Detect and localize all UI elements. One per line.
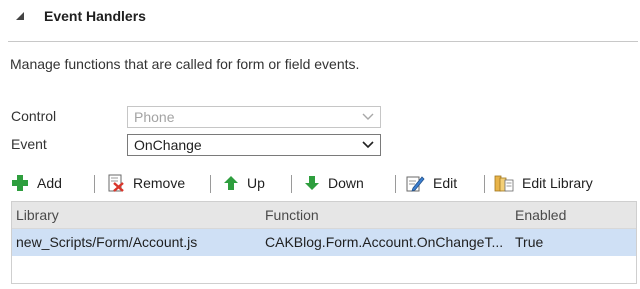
enabled-cell: True — [515, 234, 544, 250]
toolbar-separator — [484, 175, 485, 193]
control-select[interactable]: Phone — [127, 106, 381, 128]
edit-button-label: Edit — [433, 175, 458, 191]
remove-document-icon — [108, 174, 124, 192]
section-divider — [8, 41, 638, 42]
control-select-value: Phone — [134, 109, 175, 125]
function-cell: CAKBlog.Form.Account.OnChangeT... — [265, 234, 504, 250]
column-header-library[interactable]: Library — [16, 207, 59, 223]
collapse-triangle-icon[interactable] — [15, 11, 25, 21]
edit-pencil-icon — [406, 176, 425, 192]
table-row[interactable]: new_Scripts/Form/Account.js CAKBlog.Form… — [12, 229, 636, 256]
arrow-up-icon — [224, 176, 238, 190]
section-title: Event Handlers — [44, 8, 146, 24]
toolbar-separator — [291, 175, 292, 193]
add-button[interactable]: Add — [11, 170, 62, 196]
down-button[interactable]: Down — [304, 170, 364, 196]
arrow-down-icon — [305, 176, 319, 190]
toolbar-separator — [210, 175, 211, 193]
toolbar-separator — [94, 175, 95, 193]
remove-button[interactable]: Remove — [107, 170, 185, 196]
chevron-down-icon — [362, 113, 374, 120]
edit-library-button[interactable]: Edit Library — [494, 170, 593, 196]
add-button-label: Add — [37, 175, 62, 191]
event-handlers-grid: Library Function Enabled new_Scripts/For… — [11, 201, 637, 284]
add-plus-icon — [12, 175, 28, 191]
remove-button-label: Remove — [133, 175, 186, 191]
event-label: Event — [11, 136, 47, 152]
up-button[interactable]: Up — [223, 170, 265, 196]
library-cell: new_Scripts/Form/Account.js — [16, 234, 198, 250]
handlers-toolbar: Add Remove Up Down Edit Edit Library — [11, 170, 631, 196]
up-button-label: Up — [247, 175, 265, 191]
event-select-value: OnChange — [134, 137, 202, 153]
library-icon — [494, 175, 514, 192]
down-button-label: Down — [328, 175, 364, 191]
grid-header-row: Library Function Enabled — [12, 202, 636, 229]
toolbar-separator — [395, 175, 396, 193]
control-label: Control — [11, 108, 57, 124]
event-select[interactable]: OnChange — [127, 134, 381, 156]
edit-library-button-label: Edit Library — [522, 175, 593, 191]
event-handlers-section-header[interactable]: Event Handlers — [0, 0, 640, 40]
column-header-function[interactable]: Function — [265, 207, 319, 223]
chevron-down-icon — [362, 141, 374, 149]
edit-button[interactable]: Edit — [405, 170, 457, 196]
section-description: Manage functions that are called for for… — [10, 56, 360, 72]
column-header-enabled[interactable]: Enabled — [515, 207, 566, 223]
